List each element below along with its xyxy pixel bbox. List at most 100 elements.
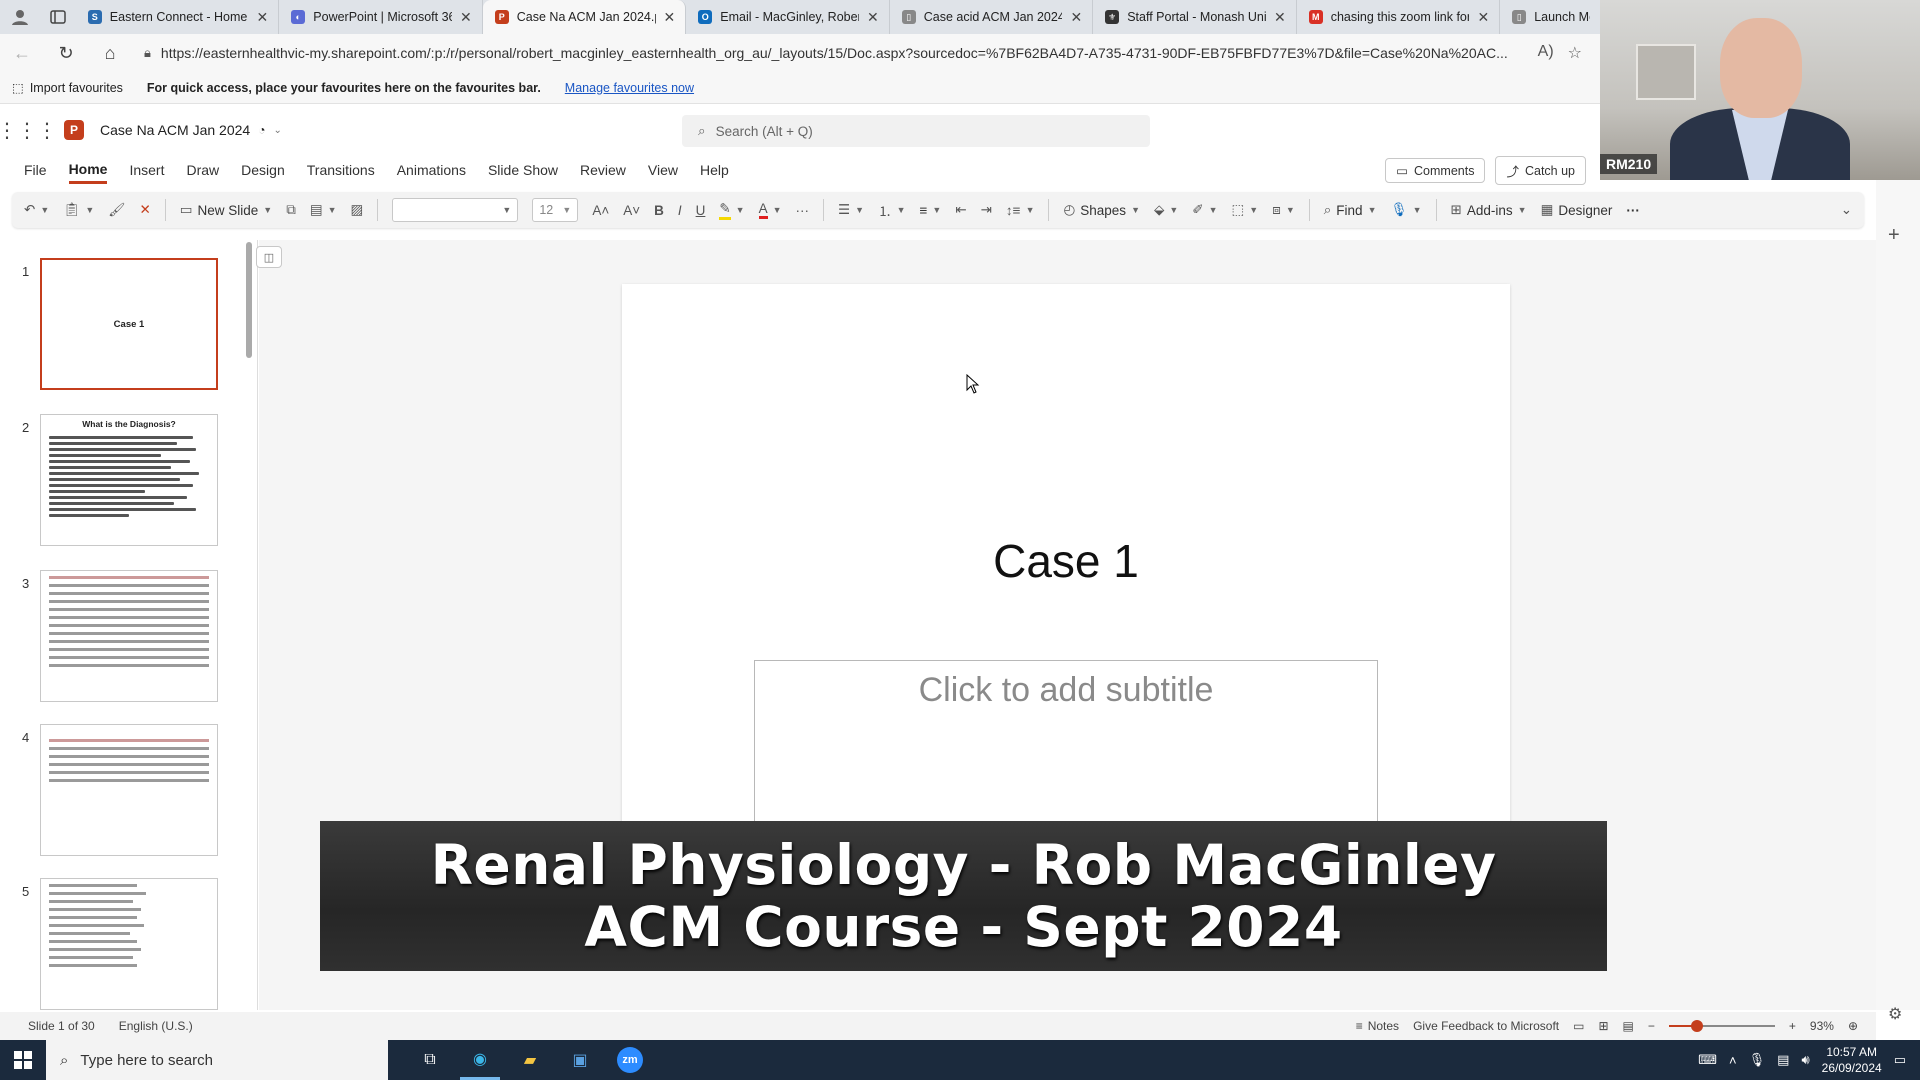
add-icon[interactable]: + [1888, 224, 1900, 247]
more-options-button[interactable]: ··· [1626, 203, 1640, 218]
highlight-button[interactable]: ✎ ▼ [719, 201, 745, 220]
zoom-out-icon[interactable]: − [1648, 1019, 1655, 1033]
slide-thumbnail[interactable]: What is the Diagnosis? [40, 414, 218, 546]
notifications-icon[interactable]: ▭ [1894, 1052, 1906, 1068]
insert-picture-button[interactable]: ▨ [351, 202, 364, 218]
decrease-font-button[interactable]: A˅ [623, 203, 640, 218]
browser-tab[interactable]: ⚜ Staff Portal - Monash Univ ✕ [1093, 0, 1297, 34]
browser-tab[interactable]: S Eastern Connect - Home ✕ [76, 0, 280, 34]
browser-tab[interactable]: M chasing this zoom link for ✕ [1297, 0, 1501, 34]
favourite-star-icon[interactable]: ☆ [1568, 43, 1582, 63]
taskbar-clock[interactable]: 10:57 AM 26/09/2024 [1822, 1044, 1882, 1076]
notes-button[interactable]: ≡ Notes [1356, 1019, 1399, 1033]
volume-icon[interactable]: 🔊︎ [1801, 1052, 1809, 1068]
task-view-icon[interactable]: ⧉ [410, 1040, 450, 1080]
close-tab-icon[interactable]: ✕ [1274, 9, 1286, 26]
increase-indent-button[interactable]: ⇥ [981, 202, 992, 218]
underline-button[interactable]: U [696, 203, 706, 218]
browser-tab[interactable]: O Email - MacGinley, Robert ✕ [686, 0, 890, 34]
tab-file[interactable]: File [24, 158, 47, 182]
close-tab-icon[interactable]: ✕ [1070, 9, 1082, 26]
tab-review[interactable]: Review [580, 158, 626, 182]
font-family-select[interactable]: ▼ [392, 198, 519, 222]
reading-view-icon[interactable]: ▤ [1623, 1019, 1634, 1033]
tab-draw[interactable]: Draw [186, 158, 219, 182]
browser-tab[interactable]: ▯ Launch Meeting [1500, 0, 1600, 34]
tab-slide-show[interactable]: Slide Show [488, 158, 558, 182]
decrease-indent-button[interactable]: ⇤ [955, 202, 966, 218]
close-tab-icon[interactable]: ✕ [460, 9, 472, 26]
increase-font-button[interactable]: A˄ [592, 203, 609, 218]
document-title[interactable]: Case Na ACM Jan 2024 ◔ ⌄ [100, 122, 282, 138]
new-slide-button[interactable]: ▭ New Slide ▼ [180, 202, 272, 218]
tab-home[interactable]: Home [68, 157, 108, 184]
arrange-button[interactable]: ⧈ ▼ [1272, 202, 1295, 218]
close-tab-icon[interactable]: ✕ [867, 9, 879, 26]
shapes-button[interactable]: ◴ Shapes ▼ [1063, 202, 1140, 218]
tab-actions-icon[interactable] [40, 0, 76, 34]
shape-fill-button[interactable]: ⬙ ▼ [1154, 202, 1178, 218]
taskbar-search-input[interactable]: ⌕ Type here to search [46, 1040, 388, 1080]
language-indicator[interactable]: English (U.S.) [119, 1019, 193, 1033]
tab-transitions[interactable]: Transitions [307, 158, 375, 182]
back-arrow-icon[interactable]: ← [0, 34, 44, 72]
numbering-button[interactable]: ⒈ ▼ [878, 200, 905, 220]
designer-button[interactable]: ▦ Designer [1541, 202, 1613, 218]
close-tab-icon[interactable]: ✕ [664, 9, 676, 26]
network-icon[interactable]: ▤ [1777, 1052, 1789, 1068]
dictate-button[interactable]: 🎙︎ ▼ [1390, 202, 1421, 218]
microphone-tray-icon[interactable]: 🎙︎ [1749, 1052, 1766, 1068]
home-icon[interactable]: ⌂ [88, 34, 132, 72]
zoom-slider[interactable] [1668, 1020, 1775, 1032]
thumbnail-scrollbar[interactable] [246, 242, 252, 358]
catch-up-button[interactable]: ⤴ Catch up [1495, 156, 1586, 185]
close-tab-icon[interactable]: ✕ [1477, 9, 1489, 26]
slide-thumbnail[interactable] [40, 570, 218, 702]
tab-design[interactable]: Design [241, 158, 285, 182]
zoom-level[interactable]: 93% [1810, 1019, 1834, 1033]
file-explorer-icon[interactable]: ▰ [510, 1040, 550, 1080]
browser-tab[interactable]: ▯ Case acid ACM Jan 2024 1 ✕ [890, 0, 1094, 34]
tab-view[interactable]: View [648, 158, 678, 182]
paste-button[interactable]: 📋︎ ▼ [63, 202, 94, 218]
font-color-button[interactable]: A ▼ [758, 201, 782, 219]
slide-thumbnail[interactable]: Case 1 [40, 258, 218, 390]
app-launcher-icon[interactable]: ⋮⋮⋮ [0, 118, 57, 143]
slide-thumbnail[interactable] [40, 878, 218, 1010]
format-painter-button[interactable]: 🖌︎ [108, 202, 125, 218]
tab-insert[interactable]: Insert [129, 158, 164, 182]
subtitle-placeholder-box[interactable]: Click to add subtitle [754, 660, 1378, 824]
windows-start-icon[interactable] [0, 1051, 46, 1069]
feedback-link[interactable]: Give Feedback to Microsoft [1413, 1019, 1559, 1033]
normal-view-icon[interactable]: ▭ [1573, 1019, 1584, 1033]
slide-thumbnail[interactable] [40, 724, 218, 856]
zoom-slider-thumb[interactable] [1690, 1020, 1703, 1032]
edge-browser-icon[interactable]: ◉ [460, 1040, 500, 1080]
slide-sorter-icon[interactable]: ⊞ [1598, 1019, 1608, 1033]
tab-animations[interactable]: Animations [397, 158, 466, 182]
refresh-icon[interactable]: ↻ [44, 34, 88, 72]
comments-button[interactable]: ▭ Comments [1385, 158, 1486, 183]
shape-effects-button[interactable]: ⬚ ▼ [1232, 202, 1259, 218]
bullets-button[interactable]: ☰ ▼ [838, 202, 864, 218]
add-ins-button[interactable]: ⊞ Add-ins ▼ [1451, 202, 1527, 218]
more-font-options-button[interactable]: ··· [796, 203, 810, 218]
panel-toggle-button[interactable]: ◫ [256, 246, 282, 268]
reuse-slides-button[interactable]: ⧉ [286, 202, 296, 218]
current-slide[interactable]: Case 1 Click to add subtitle [622, 284, 1510, 824]
bold-button[interactable]: B [654, 203, 664, 218]
font-size-select[interactable]: 12 ▼ [532, 198, 579, 222]
undo-button[interactable]: ↶ ▼ [24, 202, 49, 218]
collapse-ribbon-button[interactable]: ⌄ [1841, 202, 1852, 218]
align-button[interactable]: ≡ ▼ [919, 203, 941, 218]
search-input[interactable]: ⌕ Search (Alt + Q) [682, 115, 1150, 147]
gear-icon[interactable]: ⚙ [1888, 1004, 1902, 1024]
tab-help[interactable]: Help [700, 158, 729, 182]
delete-button[interactable]: ✕ [139, 202, 150, 218]
manage-favourites-link[interactable]: Manage favourites now [565, 81, 694, 95]
layout-button[interactable]: ▤ ▼ [310, 202, 337, 218]
fit-to-window-icon[interactable]: ⊕ [1848, 1019, 1858, 1033]
zoom-in-icon[interactable]: + [1789, 1019, 1796, 1033]
profile-icon[interactable] [0, 0, 40, 34]
import-favourites-button[interactable]: ⬚ Import favourites [12, 80, 123, 96]
